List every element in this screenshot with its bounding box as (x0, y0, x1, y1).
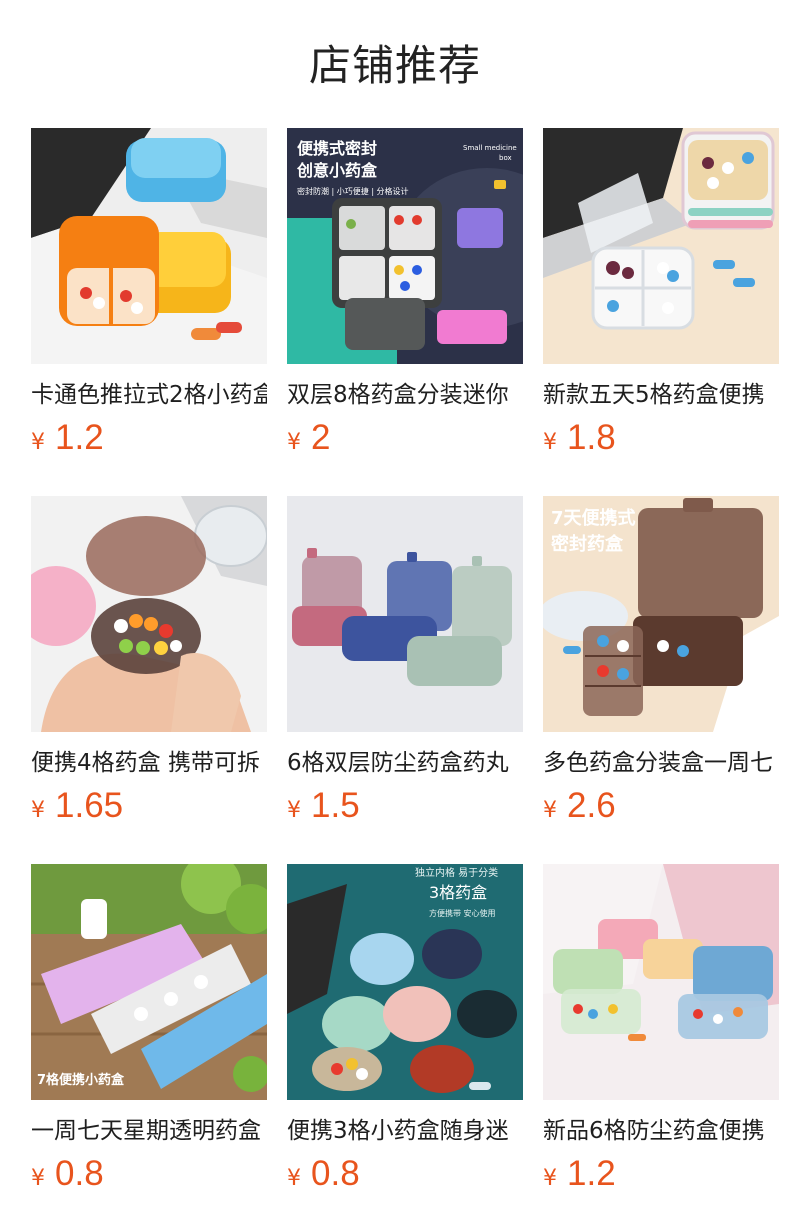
product-card[interactable]: 7格便携小药盒 一周七天星期透明药盒 ¥0.8 (31, 864, 267, 1204)
product-price: ¥2.6 (543, 784, 616, 828)
product-image[interactable]: 便携式密封 创意小药盒 密封防潮 | 小巧便捷 | 分格设计 Small med… (287, 128, 523, 364)
product-card[interactable]: 便携4格药盒 携带可拆 ¥1.65 (31, 496, 267, 836)
currency-symbol: ¥ (543, 1166, 557, 1191)
product-card[interactable]: 便携式密封 创意小药盒 密封防潮 | 小巧便捷 | 分格设计 Small med… (287, 128, 523, 468)
price-value: 2 (311, 418, 331, 457)
product-image[interactable] (287, 496, 523, 732)
image-caption: 3格药盒 (429, 883, 487, 902)
image-caption: 7格便携小药盒 (37, 1072, 125, 1088)
product-name[interactable]: 双层8格药盒分装迷你 (287, 378, 523, 412)
currency-symbol: ¥ (287, 1166, 301, 1191)
product-card[interactable]: 新款五天5格药盒便携 ¥1.8 (543, 128, 779, 468)
image-caption: 方便携带 安心使用 (429, 908, 496, 918)
section-title: 店铺推荐 (308, 41, 481, 90)
product-name[interactable]: 卡通色推拉式2格小药盒 (31, 378, 267, 412)
price-value: 0.8 (311, 1154, 360, 1193)
image-caption: Small medicine (463, 144, 517, 152)
product-image[interactable]: 独立内格 易于分类 3格药盒 方便携带 安心使用 (287, 864, 523, 1100)
image-caption: 密封药盒 (551, 533, 624, 555)
currency-symbol: ¥ (31, 1166, 45, 1191)
currency-symbol: ¥ (31, 798, 45, 823)
product-name[interactable]: 新款五天5格药盒便携 (543, 378, 779, 412)
product-image[interactable]: 7天便携式 密封药盒 (543, 496, 779, 732)
product-name[interactable]: 6格双层防尘药盒药丸 (287, 746, 523, 780)
image-caption: 7天便携式 (551, 507, 636, 529)
product-price: ¥1.8 (543, 416, 616, 460)
currency-symbol: ¥ (287, 798, 301, 823)
product-name[interactable]: 便携3格小药盒随身迷 (287, 1114, 523, 1148)
product-image[interactable] (31, 128, 267, 364)
price-value: 2.6 (567, 786, 616, 825)
product-price: ¥1.2 (31, 416, 104, 460)
currency-symbol: ¥ (31, 430, 45, 455)
product-card[interactable]: 7天便携式 密封药盒 多色药盒分装盒一周七 ¥2.6 (543, 496, 779, 836)
product-name[interactable]: 便携4格药盒 携带可拆 (31, 746, 267, 780)
product-card[interactable]: 独立内格 易于分类 3格药盒 方便携带 安心使用 便携3格小药盒随身迷 ¥0.8 (287, 864, 523, 1204)
currency-symbol: ¥ (287, 430, 301, 455)
product-image[interactable] (31, 496, 267, 732)
product-price: ¥1.65 (31, 784, 123, 828)
product-price: ¥0.8 (31, 1152, 104, 1196)
product-price: ¥1.2 (543, 1152, 616, 1196)
product-card[interactable]: 新品6格防尘药盒便携 ¥1.2 (543, 864, 779, 1204)
product-image[interactable]: 7格便携小药盒 (31, 864, 267, 1100)
product-price: ¥2 (287, 416, 330, 460)
product-image[interactable] (543, 864, 779, 1100)
product-name[interactable]: 一周七天星期透明药盒 (31, 1114, 267, 1148)
price-value: 1.8 (567, 418, 616, 457)
price-value: 1.2 (567, 1154, 616, 1193)
image-caption: 密封防潮 | 小巧便捷 | 分格设计 (297, 186, 409, 196)
product-image[interactable] (543, 128, 779, 364)
product-price: ¥1.5 (287, 784, 360, 828)
product-name[interactable]: 新品6格防尘药盒便携 (543, 1114, 779, 1148)
image-caption: 创意小药盒 (296, 161, 378, 180)
image-caption: 独立内格 易于分类 (415, 866, 498, 879)
price-value: 1.5 (311, 786, 360, 825)
product-card[interactable]: 6格双层防尘药盒药丸 ¥1.5 (287, 496, 523, 836)
product-card[interactable]: 卡通色推拉式2格小药盒 ¥1.2 (31, 128, 267, 468)
image-caption: box (499, 154, 512, 162)
image-caption: 便携式密封 (297, 139, 377, 158)
price-value: 0.8 (55, 1154, 104, 1193)
currency-symbol: ¥ (543, 798, 557, 823)
product-price: ¥0.8 (287, 1152, 360, 1196)
product-name[interactable]: 多色药盒分装盒一周七 (543, 746, 779, 780)
price-value: 1.65 (55, 786, 124, 825)
currency-symbol: ¥ (543, 430, 557, 455)
price-value: 1.2 (55, 418, 104, 457)
